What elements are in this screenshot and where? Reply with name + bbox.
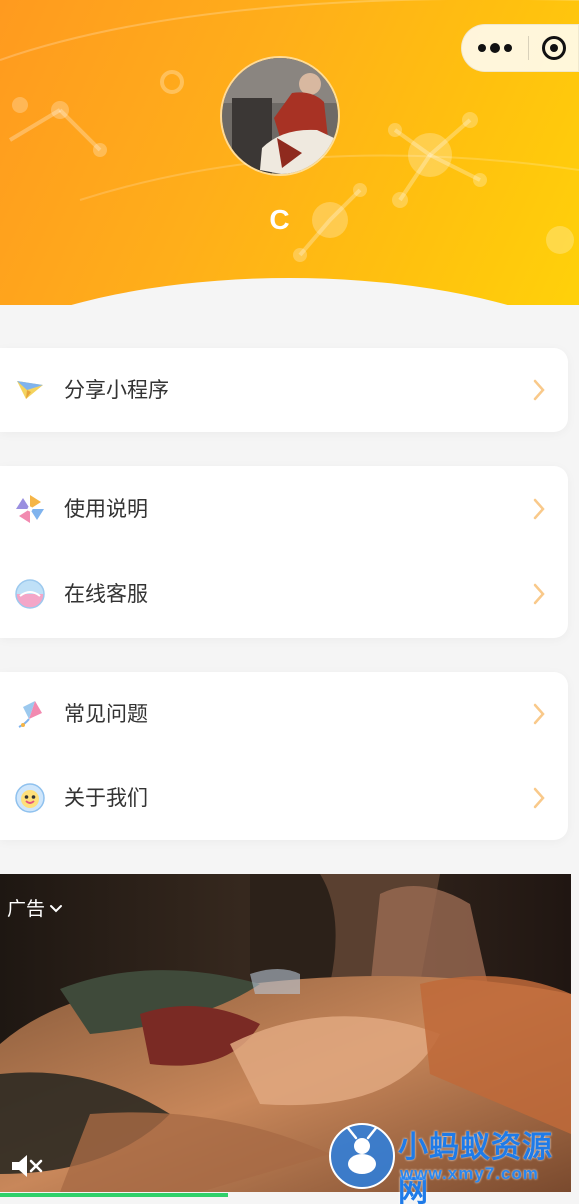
menu-item-customer-service[interactable]: 在线客服 <box>0 564 568 624</box>
ad-label[interactable]: 广告 <box>7 896 63 922</box>
kite-icon <box>14 698 46 730</box>
avatar-photo <box>222 58 338 174</box>
chevron-right-icon <box>533 379 545 401</box>
menu-item-share[interactable]: 分享小程序 <box>0 360 568 420</box>
chevron-right-icon <box>533 703 545 725</box>
smiley-icon <box>14 782 46 814</box>
speaker-muted-icon[interactable] <box>10 1152 44 1180</box>
more-dots-icon[interactable] <box>462 25 528 71</box>
menu-card-share: 分享小程序 <box>0 348 568 432</box>
avatar[interactable] <box>220 56 340 176</box>
menu-item-about-us[interactable]: 关于我们 <box>0 768 568 828</box>
watermark-url: www.xmy7.com <box>400 1164 539 1183</box>
menu-card-about: 常见问题 关于我们 <box>0 672 568 840</box>
chevron-down-icon <box>50 905 63 913</box>
chevron-right-icon <box>533 583 545 605</box>
target-close-icon[interactable] <box>529 25 578 71</box>
menu-item-label: 分享小程序 <box>64 378 169 402</box>
menu-item-label: 使用说明 <box>64 497 148 521</box>
menu-item-faq[interactable]: 常见问题 <box>0 684 568 744</box>
menu-item-label: 关于我们 <box>64 786 148 810</box>
ad-label-text: 广告 <box>7 898 46 920</box>
pinwheel-icon <box>14 493 46 525</box>
ad-progress-bar <box>0 1193 228 1197</box>
menu-card-help: 使用说明 在线客服 <box>0 466 568 638</box>
menu-item-label: 在线客服 <box>64 582 148 606</box>
mini-program-capsule <box>461 24 579 72</box>
headset-icon <box>14 578 46 610</box>
chevron-right-icon <box>533 787 545 809</box>
username: C <box>269 204 290 235</box>
menu-item-label: 常见问题 <box>64 702 148 726</box>
menu-item-instructions[interactable]: 使用说明 <box>0 479 568 539</box>
chevron-right-icon <box>533 498 545 520</box>
paper-plane-icon <box>14 374 46 406</box>
watermark-title: 小蚂蚁资源网 <box>398 1130 553 1204</box>
